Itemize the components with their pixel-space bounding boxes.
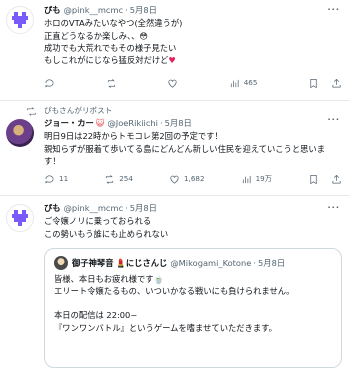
- tweet-text-line: 成功でも大荒れでもその様子見たい: [44, 42, 177, 53]
- heart-emoji-icon: ♥: [168, 55, 176, 66]
- retweet-icon: [107, 79, 115, 88]
- like-icon: [168, 79, 177, 88]
- tweet-header: ジョー・カー 😺 @JoeRikiichi · 5月8日: [44, 117, 342, 129]
- tweet-text-line: 明日9日は22時からトモコレ第2回の予定です！: [44, 131, 223, 142]
- retweet-button[interactable]: 254: [104, 174, 133, 185]
- tweet-date[interactable]: 5月8日: [130, 4, 157, 16]
- views-icon: [230, 79, 239, 88]
- share-icon: [332, 174, 341, 184]
- tweet-header: ぴも @pink__mcmc · 5月8日: [44, 202, 342, 214]
- tweet-date[interactable]: 5月8日: [130, 202, 157, 214]
- tweet-text-line: ホロのVTAみたいなやつ(全然違うが): [44, 18, 183, 29]
- separator-dot: ·: [253, 257, 257, 268]
- views-button[interactable]: 465: [229, 78, 258, 89]
- views-icon: [242, 175, 251, 184]
- author-handle[interactable]: @JoeRikiichi: [107, 117, 158, 129]
- avatar[interactable]: [6, 6, 34, 34]
- more-options-icon[interactable]: ···: [328, 113, 340, 125]
- reply-icon: [45, 175, 54, 184]
- tweet-text: ご令嬢ノリに乗っておられる この勢いもう誰にも止められない: [44, 215, 342, 240]
- tweet-text: 明日9日は22時からトモコレ第2回の予定です！ 親知らずが服着て歩いてる島にどん…: [44, 130, 342, 167]
- tweet-2[interactable]: ぴもさんがリポスト ジョー・カー 😺 @JoeRikiichi · 5月8日 ·…: [0, 101, 350, 196]
- quoted-text-line: エリート令嬢たるもの、いついかなる戦いにも負けられません。: [54, 286, 295, 297]
- tweet-end-actions: [308, 174, 342, 185]
- retweet-button[interactable]: [106, 78, 117, 89]
- tweet-text-line: この勢いもう誰にも止められない: [44, 228, 169, 239]
- name-emoji-badge: 😺: [95, 118, 105, 128]
- tweet-end-actions: [308, 78, 342, 89]
- tweet-date[interactable]: 5月8日: [165, 117, 192, 129]
- retweet-indicator-text[interactable]: ぴもさんがリポスト: [44, 106, 112, 115]
- tweet-text: ホロのVTAみたいなやつ(全然違うが) 正直どうなるか楽しみ、、😳 成功でも大荒…: [44, 17, 342, 66]
- quoted-tweet-text: 皆様、本日もお疲れ様です🍵 エリート令嬢たるもの、いついかなる戦いにも負けられま…: [54, 273, 332, 334]
- avatar-pixel-art-icon: [12, 210, 28, 226]
- retweet-count: 254: [119, 174, 133, 184]
- avatar-pixel-art-icon: [12, 12, 28, 28]
- reply-button[interactable]: [44, 78, 55, 89]
- separator-dot: ·: [160, 118, 163, 128]
- bookmark-button[interactable]: [308, 174, 319, 185]
- avatar[interactable]: [6, 204, 34, 232]
- like-button[interactable]: [167, 78, 178, 89]
- like-icon: [170, 175, 179, 184]
- quoted-tweet-header: 御子神琴音 💄 にじさんじ @Mikogami_Kotone · 5月8日: [54, 255, 332, 270]
- tweet-1[interactable]: ぴも @pink__mcmc · 5月8日 ··· ホロのVTAみたいなやつ(全…: [0, 0, 350, 101]
- tweet-text-line: 親知らずが服着て歩いてる島にどんどん新しい住民を迎えていこうと思いま: [44, 143, 326, 154]
- tweet-header: ぴも @pink__mcmc · 5月8日: [44, 4, 342, 16]
- quoted-text-line: 皆様、本日もお疲れ様です🍵: [54, 273, 164, 284]
- separator-dot: ·: [125, 203, 128, 213]
- more-options-icon[interactable]: ···: [328, 3, 340, 15]
- reply-icon: [45, 79, 54, 88]
- tweet-actions: 465: [44, 78, 342, 89]
- tweet-3[interactable]: ぴも @pink__mcmc · 5月8日 ··· ご令嬢ノリに乗っておられる …: [0, 196, 350, 368]
- author-name[interactable]: ぴも: [44, 202, 61, 214]
- quoted-author-handle[interactable]: @Mikogami_Kotone: [170, 257, 251, 269]
- tweet-text-line-content: もしこれがにじなら猛反対だけど: [44, 55, 169, 66]
- author-name[interactable]: ジョー・カー: [44, 117, 94, 129]
- avatar[interactable]: [6, 119, 34, 147]
- author-handle[interactable]: @pink__mcmc: [64, 202, 124, 214]
- like-button[interactable]: 1,682: [169, 174, 205, 185]
- reply-count: 11: [59, 174, 69, 184]
- reply-button[interactable]: 11: [44, 174, 68, 185]
- share-icon: [332, 78, 341, 88]
- quoted-author-name-suffix[interactable]: にじさんじ: [126, 257, 168, 269]
- tweet-text-line: 正直どうなるか楽しみ、、😳: [44, 30, 149, 41]
- tweet-text-line: す！: [44, 155, 61, 166]
- retweet-icon: [106, 175, 114, 184]
- quoted-tweet-date[interactable]: 5月8日: [258, 257, 285, 269]
- share-button[interactable]: [331, 174, 342, 185]
- like-count: 1,682: [183, 174, 205, 184]
- author-handle[interactable]: @pink__mcmc: [64, 4, 124, 16]
- quoted-text-line: 本日の配信は 22:00~: [54, 310, 138, 321]
- bookmark-icon: [310, 79, 317, 89]
- share-button[interactable]: [331, 78, 342, 89]
- retweet-indicator-icon: [27, 107, 36, 116]
- quoted-text-line: [54, 297, 332, 309]
- views-button[interactable]: 19万: [241, 174, 272, 185]
- views-count: 19万: [255, 174, 272, 184]
- tweet-actions: 11 254 1,682 19万: [44, 174, 342, 185]
- tweet-text-line: ご令嬢ノリに乗っておられる: [44, 216, 152, 227]
- bookmark-icon: [310, 175, 317, 185]
- tweet-text-line: もしこれがにじなら猛反対だけど♥: [44, 54, 342, 66]
- separator-dot: ·: [125, 5, 128, 15]
- author-name[interactable]: ぴも: [44, 4, 61, 16]
- quoted-tweet[interactable]: 御子神琴音 💄 にじさんじ @Mikogami_Kotone · 5月8日 皆様…: [44, 247, 342, 368]
- avatar[interactable]: [54, 255, 68, 270]
- views-count: 465: [243, 78, 258, 88]
- retweet-indicator: ぴもさんがリポスト: [27, 101, 342, 117]
- quoted-author-name[interactable]: 御子神琴音: [72, 257, 114, 269]
- bookmark-button[interactable]: [308, 78, 319, 89]
- quoted-text-line: 『ワンワンバトル』というゲームを嗜ませていただきます。: [54, 322, 277, 333]
- lipstick-emoji-icon: 💄: [115, 257, 126, 268]
- more-options-icon[interactable]: ···: [328, 201, 340, 213]
